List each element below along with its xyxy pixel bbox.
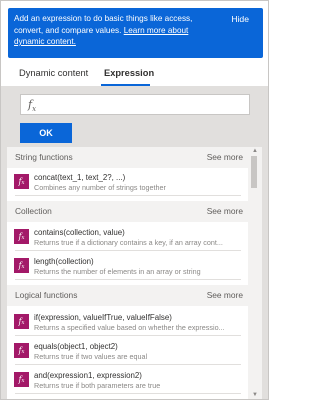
fx-glyph-sub: x xyxy=(21,264,25,270)
info-banner: Add an expression to do basic things lik… xyxy=(8,8,263,58)
function-description: Returns true if a dictionary contains a … xyxy=(34,238,223,247)
function-item-contains[interactable]: fx contains(collection, value) Returns t… xyxy=(7,224,248,251)
function-name: and(expression1, expression2) xyxy=(34,371,142,380)
section-header-collection: Collection See more xyxy=(7,201,248,222)
function-name: contains(collection, value) xyxy=(34,228,125,237)
see-more-link[interactable]: See more xyxy=(207,206,243,216)
fx-icon: fx xyxy=(14,174,29,189)
scrollbar-thumb[interactable] xyxy=(251,156,257,188)
section-header-logical-functions: Logical functions See more xyxy=(7,285,248,306)
see-more-link[interactable]: See more xyxy=(207,152,243,162)
section-header-string-functions: String functions See more xyxy=(7,147,248,168)
function-item-if[interactable]: fx if(expression, valueIfTrue, valueIfFa… xyxy=(7,309,248,336)
function-description: Returns true if both parameters are true xyxy=(34,381,161,390)
chevron-up-icon[interactable]: ▲ xyxy=(252,148,258,154)
expression-input[interactable]: fx xyxy=(20,94,250,115)
fx-glyph-sub: x xyxy=(32,105,37,114)
function-item-equals[interactable]: fx equals(object1, object2) Returns true… xyxy=(7,338,248,365)
function-list: String functions See more fx concat(text… xyxy=(7,147,262,399)
fx-glyph-sub: x xyxy=(21,180,25,186)
function-description: Combines any number of strings together xyxy=(34,183,166,192)
function-name: concat(text_1, text_2?, ...) xyxy=(34,173,126,182)
fx-glyph-sub: x xyxy=(21,320,25,326)
fx-icon: fx xyxy=(14,343,29,358)
hide-banner-button[interactable]: Hide xyxy=(231,14,249,26)
fx-icon: fx xyxy=(14,258,29,273)
banner-text-block: Add an expression to do basic things lik… xyxy=(14,13,214,48)
expression-panel: Add an expression to do basic things lik… xyxy=(0,0,269,400)
function-description: Returns the number of elements in an arr… xyxy=(34,267,201,276)
tab-expression[interactable]: Expression xyxy=(104,68,154,78)
chevron-down-icon[interactable]: ▼ xyxy=(252,392,258,398)
see-more-link[interactable]: See more xyxy=(207,290,243,300)
section-title: Collection xyxy=(15,206,52,216)
function-description: Returns a specified value based on wheth… xyxy=(34,323,225,332)
fx-icon: fx xyxy=(28,98,36,113)
function-description: Returns true if two values are equal xyxy=(34,352,148,361)
fx-glyph-sub: x xyxy=(21,378,25,384)
active-tab-indicator xyxy=(101,84,150,86)
function-item-concat[interactable]: fx concat(text_1, text_2?, ...) Combines… xyxy=(7,169,248,196)
fx-icon: fx xyxy=(14,314,29,329)
function-name: if(expression, valueIfTrue, valueIfFalse… xyxy=(34,313,172,322)
fx-glyph-sub: x xyxy=(21,349,25,355)
section-title: Logical functions xyxy=(15,290,78,300)
fx-icon: fx xyxy=(14,229,29,244)
fx-glyph-sub: x xyxy=(21,235,25,241)
tab-bar: Dynamic content Expression xyxy=(1,61,268,87)
function-item-and[interactable]: fx and(expression1, expression2) Returns… xyxy=(7,367,248,394)
fx-icon: fx xyxy=(14,372,29,387)
function-item-length[interactable]: fx length(collection) Returns the number… xyxy=(7,253,248,280)
list-scrollbar[interactable]: ▲ ▼ xyxy=(248,147,262,399)
ok-button[interactable]: OK xyxy=(20,123,72,143)
function-name: equals(object1, object2) xyxy=(34,342,118,351)
section-title: String functions xyxy=(15,152,73,162)
tab-dynamic-content[interactable]: Dynamic content xyxy=(19,68,88,78)
function-name: length(collection) xyxy=(34,257,94,266)
